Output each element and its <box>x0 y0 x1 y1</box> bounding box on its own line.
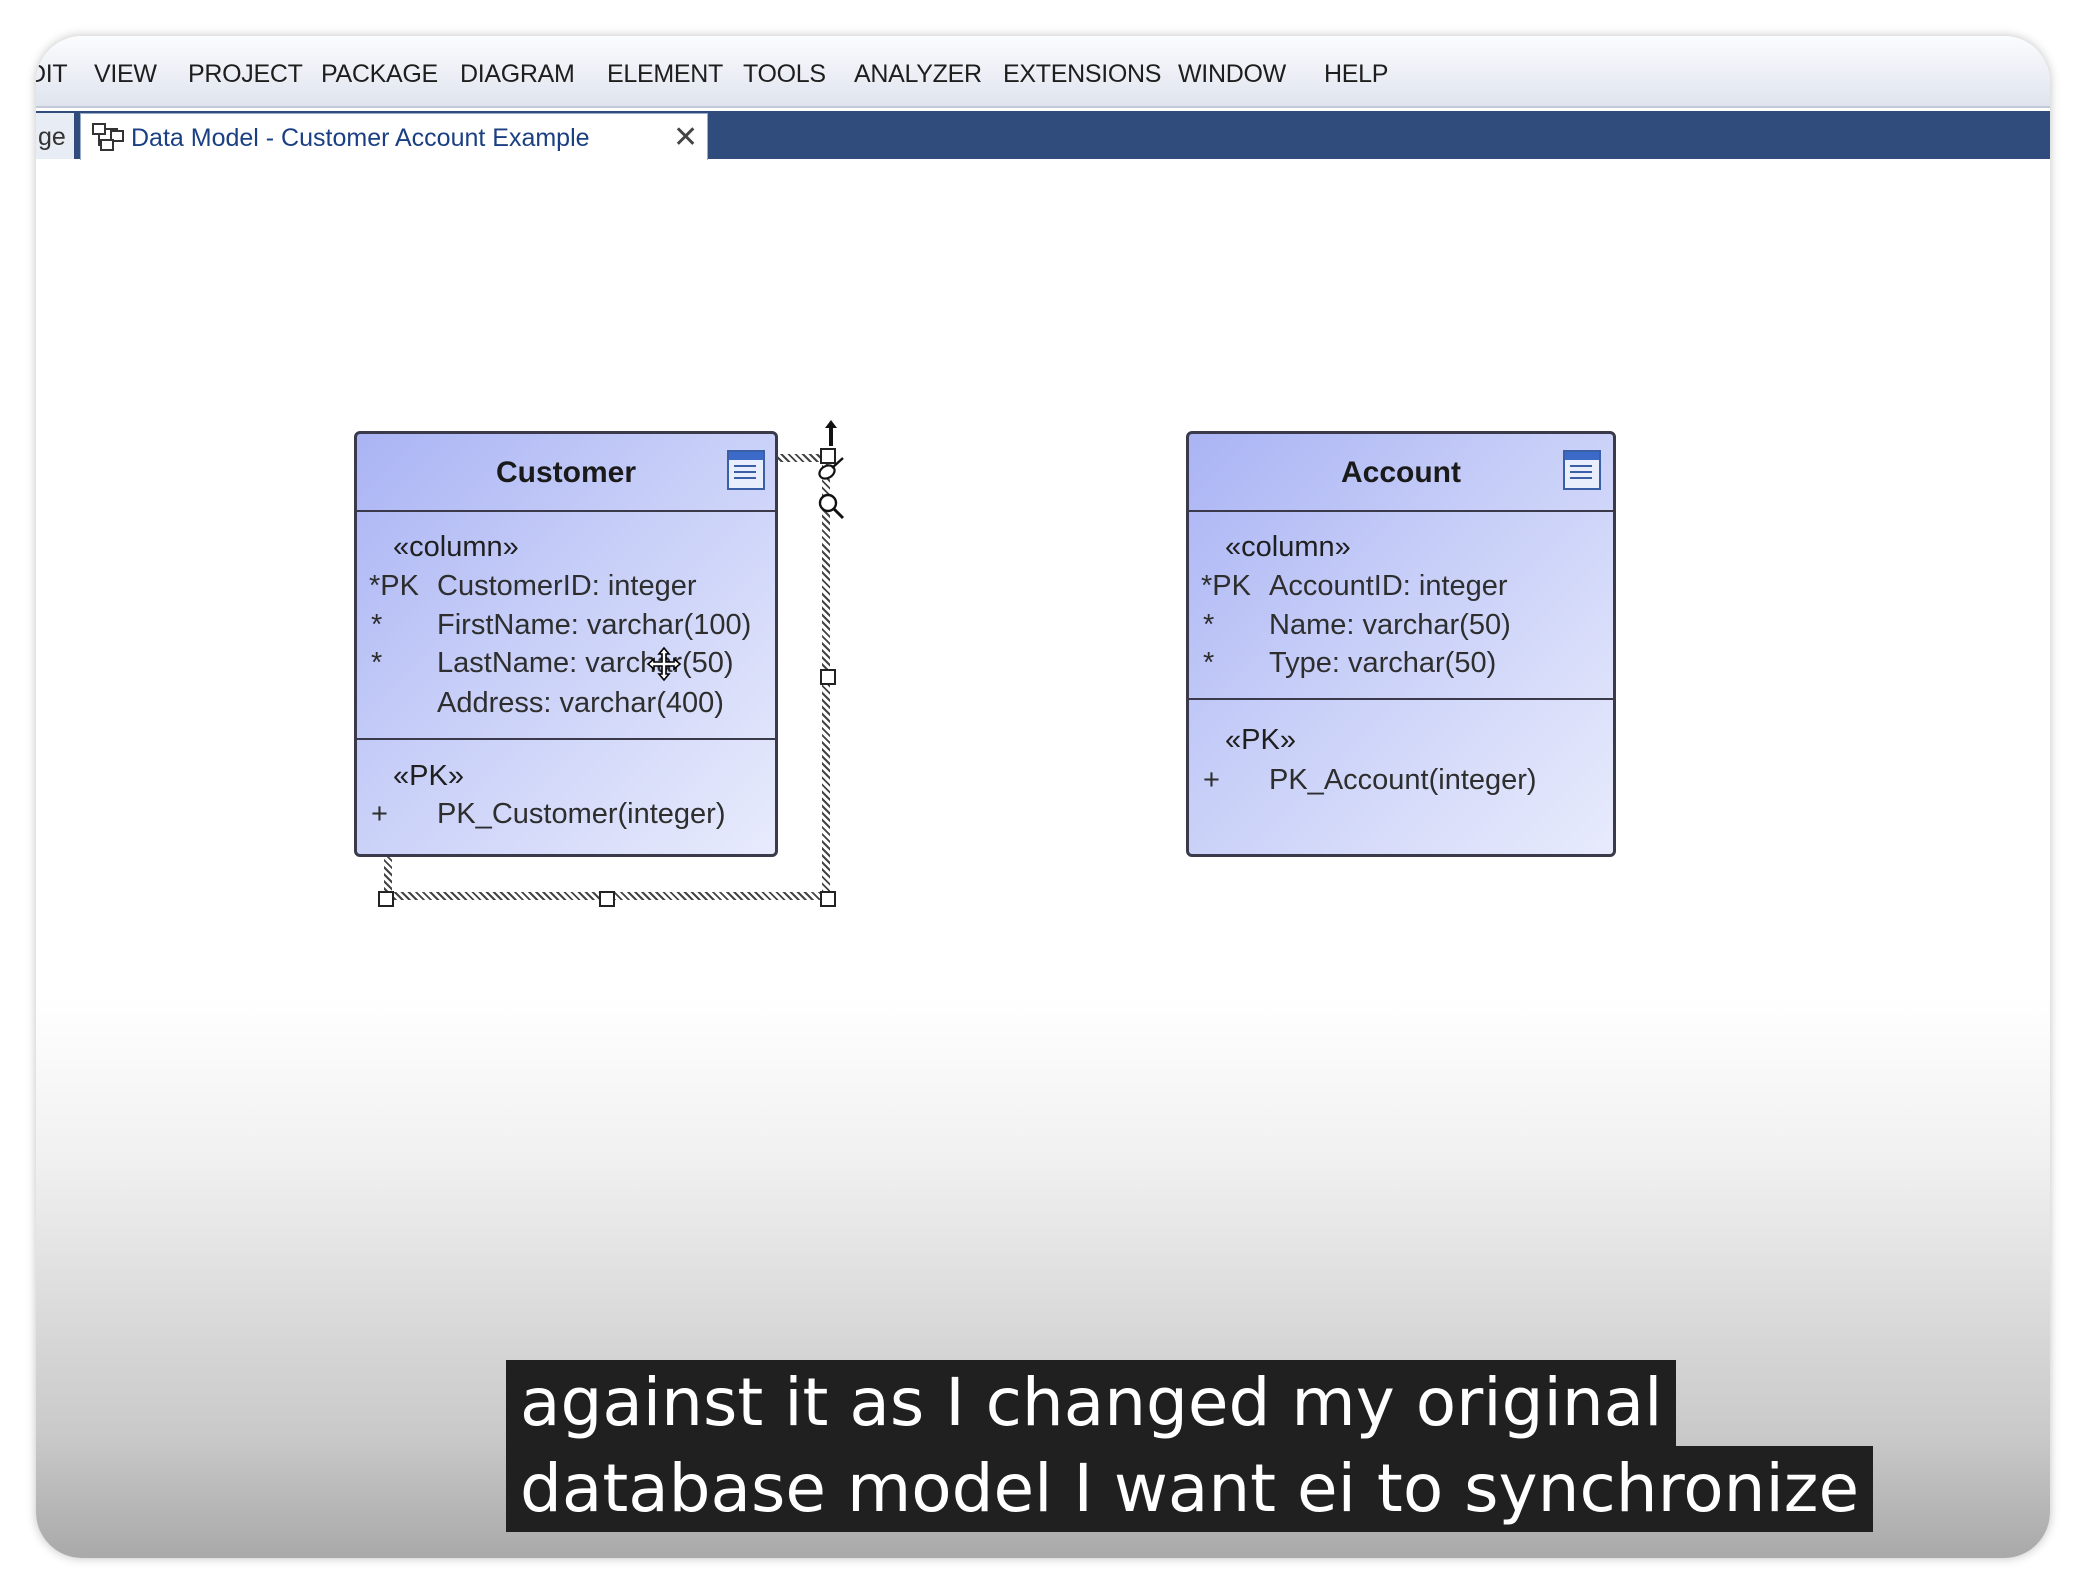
menu-view[interactable]: VIEW <box>94 60 157 89</box>
column-row[interactable]: LastName: varchar(50) <box>437 647 734 680</box>
column-prefix: *PK <box>1201 570 1251 602</box>
column-prefix: * <box>1203 609 1215 641</box>
key-prefix: + <box>1203 764 1220 796</box>
section-divider <box>1189 698 1613 700</box>
header-divider <box>1189 510 1613 512</box>
document-tab-bar: ge Data Model - Customer Account Example… <box>36 111 2050 160</box>
menu-edit[interactable]: DIT <box>36 60 68 89</box>
entity-title: Customer <box>495 456 637 489</box>
columns-stereotype: «column» <box>1225 531 1351 563</box>
key-row[interactable]: PK_Account(integer) <box>1269 764 1537 797</box>
column-row[interactable]: CustomerID: integer <box>437 570 697 603</box>
column-row[interactable]: FirstName: varchar(100) <box>437 609 751 642</box>
tab-title: Data Model - Customer Account Example <box>131 124 590 152</box>
arrow-up-icon[interactable] <box>816 418 846 448</box>
columns-stereotype: «column» <box>393 531 519 563</box>
keys-stereotype: «PK» <box>393 760 464 792</box>
resize-handle-sw[interactable] <box>378 891 394 907</box>
header-divider <box>357 510 775 512</box>
magnifier-icon[interactable] <box>816 491 846 521</box>
column-row[interactable]: Name: varchar(50) <box>1269 609 1511 642</box>
subtitle-line-1: against it as I changed my original <box>506 1360 1677 1446</box>
menu-element[interactable]: ELEMENT <box>607 60 723 89</box>
table-icon <box>1563 450 1601 490</box>
table-icon <box>727 450 765 490</box>
tab-previous[interactable]: ge <box>36 113 74 159</box>
menu-analyzer[interactable]: ANALYZER <box>854 60 982 89</box>
resize-handle-e[interactable] <box>820 669 836 685</box>
column-row[interactable]: AccountID: integer <box>1269 570 1508 603</box>
diagram-canvas[interactable] <box>36 161 2050 1558</box>
menu-window[interactable]: WINDOW <box>1178 60 1286 89</box>
menu-diagram[interactable]: DIAGRAM <box>460 60 575 89</box>
key-prefix: + <box>371 798 388 830</box>
column-row[interactable]: Address: varchar(400) <box>437 687 724 720</box>
menu-extensions[interactable]: EXTENSIONS <box>1003 60 1161 89</box>
diagram-icon <box>92 123 124 151</box>
move-cursor-icon <box>646 646 682 682</box>
tab-close-icon[interactable]: ✕ <box>673 120 698 155</box>
tab-previous-label: ge <box>38 123 66 151</box>
key-row[interactable]: PK_Customer(integer) <box>437 798 726 831</box>
entity-customer[interactable]: Customer «column» *PK CustomerID: intege… <box>354 431 778 857</box>
app-window: DIT VIEW PROJECT PACKAGE DIAGRAM ELEMENT… <box>36 36 2050 1558</box>
column-prefix: * <box>1203 647 1215 679</box>
entity-account[interactable]: Account «column» *PK AccountID: integer … <box>1186 431 1616 857</box>
section-divider <box>357 738 775 740</box>
menu-tools[interactable]: TOOLS <box>743 60 826 89</box>
column-row[interactable]: Type: varchar(50) <box>1269 647 1496 680</box>
menu-help[interactable]: HELP <box>1324 60 1388 89</box>
menu-package[interactable]: PACKAGE <box>321 60 438 89</box>
entity-title: Account <box>1341 456 1461 489</box>
column-prefix: * <box>371 647 383 679</box>
tab-data-model[interactable]: Data Model - Customer Account Example ✕ <box>80 113 708 160</box>
column-prefix: *PK <box>369 570 419 602</box>
resize-handle-s[interactable] <box>599 891 615 907</box>
column-prefix: * <box>371 609 383 641</box>
brush-icon[interactable] <box>816 454 846 484</box>
subtitle-line-2: database model I want ei to synchronize <box>506 1446 1874 1532</box>
menu-bar: DIT VIEW PROJECT PACKAGE DIAGRAM ELEMENT… <box>36 36 2050 108</box>
keys-stereotype: «PK» <box>1225 724 1296 756</box>
resize-handle-se[interactable] <box>820 891 836 907</box>
menu-project[interactable]: PROJECT <box>188 60 303 89</box>
